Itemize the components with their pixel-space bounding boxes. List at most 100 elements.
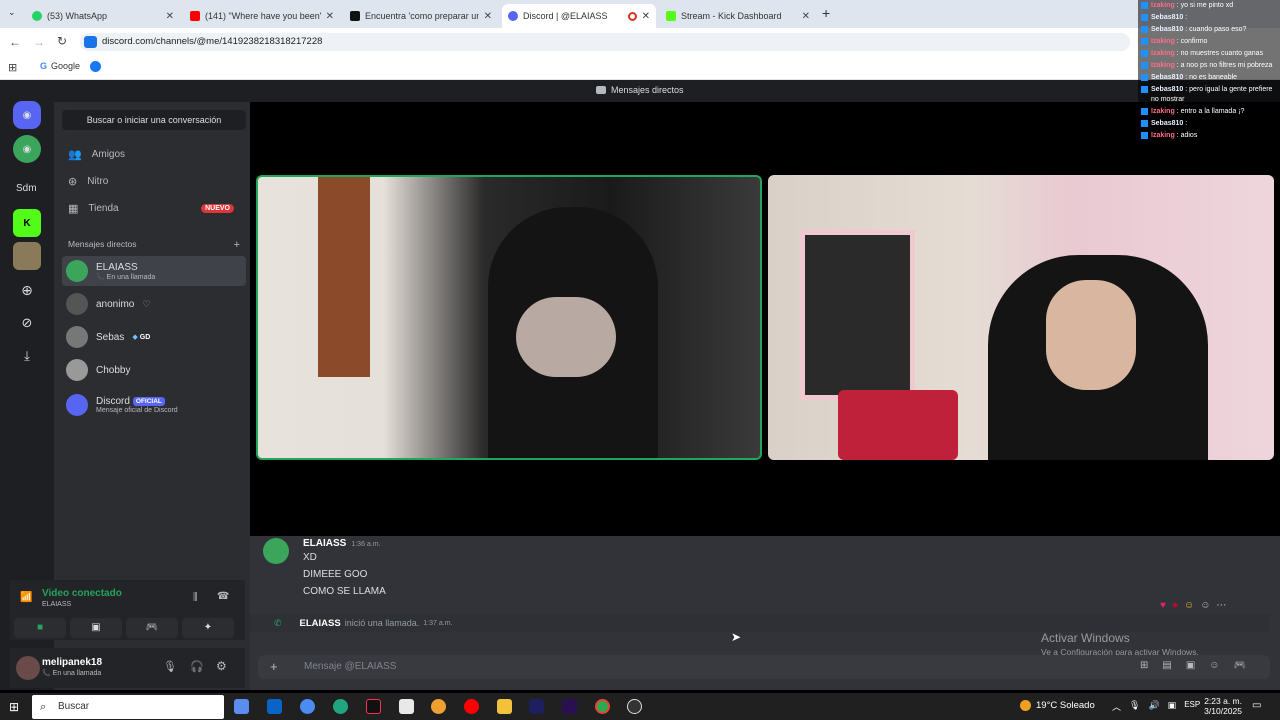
server-tag: ◆ GD [132, 333, 150, 342]
message-avatar[interactable] [263, 538, 289, 564]
network-icon[interactable]: ▣ [1168, 700, 1177, 713]
taskbar-app-icon[interactable] [234, 699, 249, 714]
dm-icon [596, 86, 606, 94]
system-author[interactable]: ELAIASS [300, 618, 341, 629]
dm-item-sebas[interactable]: Sebas ◆ GD [62, 322, 246, 352]
reload-icon[interactable]: ↻ [57, 34, 67, 48]
tab-search-chevron-icon[interactable]: ⌄ [8, 7, 16, 18]
kick-server-icon[interactable]: K [13, 209, 41, 237]
url-input[interactable]: discord.com/channels/@me/141923821831821… [80, 33, 1130, 51]
forward-icon[interactable]: → [33, 35, 45, 49]
reaction-icon[interactable]: ● [1172, 600, 1178, 611]
premiere-icon[interactable] [562, 699, 577, 714]
video-tile-elaiass[interactable] [256, 175, 762, 460]
apps-grid-icon[interactable]: ⊞ [8, 61, 17, 74]
chrome-icon[interactable] [595, 699, 610, 714]
server-avatar-icon[interactable] [13, 242, 41, 270]
screen-share-button[interactable]: ▣ [70, 618, 122, 638]
shop-icon: ▦ [68, 202, 79, 215]
message-line: COMO SE LLAMA [303, 586, 386, 597]
tab-whatsapp[interactable]: (53) WhatsApp ✕ [26, 4, 180, 28]
taskbar-app-icon[interactable] [431, 699, 446, 714]
dm-item-chobby[interactable]: Chobby [62, 355, 246, 385]
close-icon[interactable]: ✕ [642, 11, 650, 22]
microphone-icon[interactable]: 🎙 [163, 660, 177, 673]
file-explorer-icon[interactable] [497, 699, 512, 714]
add-attachment-icon[interactable]: + [270, 659, 278, 674]
message-input[interactable]: Mensaje @ELAIASS [258, 655, 1270, 679]
mouse-cursor-icon: ➤ [731, 630, 742, 644]
search-conversation-button[interactable]: Buscar o iniciar una conversación [62, 110, 246, 130]
apps-icon[interactable]: 🎮 [1234, 660, 1246, 671]
site-info-icon[interactable] [84, 36, 97, 48]
disconnect-icon[interactable]: ☎ [217, 591, 229, 602]
dm-item-anonimo[interactable]: anonimo ♡ [62, 289, 246, 319]
close-icon[interactable]: ✕ [484, 11, 492, 22]
tab-kick[interactable]: Stream - Kick Dashboard ✕ [660, 4, 816, 28]
discord-home-icon[interactable]: ◉ [13, 101, 41, 129]
browser-tab-bar: ⌄ (53) WhatsApp ✕ (141) "Where have you … [0, 0, 1280, 28]
nav-friends[interactable]: 👥 Amigos [62, 142, 246, 166]
activity-button[interactable]: 🎮 [126, 618, 178, 638]
guild-label[interactable]: Sdm [16, 183, 37, 194]
emoji-icon[interactable]: ☺ [1209, 660, 1219, 671]
taskbar-search[interactable]: ⌕ Buscar [32, 695, 224, 719]
taskbar-app-icon[interactable] [300, 699, 315, 714]
add-reaction-icon[interactable]: ☺ [1200, 600, 1210, 611]
language-label[interactable]: ESP [1184, 700, 1200, 713]
add-server-icon[interactable]: ⊕ [13, 276, 41, 304]
tab-youtube[interactable]: (141) "Where have you been" - ✕ [184, 4, 340, 28]
volume-icon[interactable]: 🔊 [1148, 700, 1159, 713]
tab-tiktok[interactable]: Encuentra 'como preparar un c ✕ [344, 4, 498, 28]
user-name: melipanek18 [42, 657, 103, 668]
gift-icon[interactable]: ⊞ [1140, 660, 1148, 671]
close-icon[interactable]: ✕ [166, 11, 174, 22]
gif-icon[interactable]: ▤ [1162, 660, 1171, 671]
close-icon[interactable]: ✕ [326, 11, 334, 22]
nav-nitro[interactable]: ⊛ Nitro [62, 169, 246, 193]
download-icon[interactable]: ⤓ [13, 342, 41, 370]
system-text: inició una llamada. [344, 618, 420, 628]
add-dm-icon[interactable]: + [234, 239, 240, 251]
microphone-icon[interactable]: 🎙 [1129, 700, 1140, 713]
video-tile-user[interactable] [768, 175, 1274, 460]
after-effects-icon[interactable] [529, 699, 544, 714]
soundboard-button[interactable]: ✦ [182, 618, 234, 638]
server-icon-green[interactable]: ◉ [13, 135, 41, 163]
more-icon[interactable]: ⋯ [1216, 600, 1226, 611]
settings-gear-icon[interactable]: ⚙ [216, 659, 227, 673]
facebook-icon[interactable] [90, 61, 101, 72]
tray-clock[interactable]: 2:23 a. m. 3/10/2025 [1200, 696, 1242, 716]
close-icon[interactable]: ✕ [802, 11, 810, 22]
kick-chat-text: Izaking : confirmo [1151, 38, 1208, 45]
outlook-icon[interactable] [267, 699, 282, 714]
message-author[interactable]: ELAIASS [303, 538, 346, 549]
chevron-up-icon[interactable]: ︿ [1112, 700, 1121, 713]
tiktok-icon[interactable] [366, 699, 381, 714]
camera-button[interactable]: ■ [14, 618, 66, 638]
bookmark-google[interactable]: G Google [40, 61, 80, 71]
dm-item-discord[interactable]: Discord OFICIAL Mensaje oficial de Disco… [62, 390, 246, 420]
notifications-icon[interactable]: ▭ [1252, 700, 1261, 711]
nav-shop[interactable]: ▦ Tienda NUEVO [62, 196, 246, 220]
headphones-icon[interactable]: 🎧 [190, 660, 204, 673]
explore-icon[interactable]: ⊘ [13, 309, 41, 337]
message-line: XD [303, 552, 317, 563]
windows-start-icon[interactable]: ⊞ [9, 700, 19, 714]
obs-icon[interactable] [627, 699, 642, 714]
heart-reaction-icon[interactable]: ♥ [1160, 600, 1166, 611]
kick-chat-user: Izaking [1151, 38, 1175, 45]
youtube-icon[interactable] [464, 699, 479, 714]
user-avatar[interactable] [16, 656, 40, 680]
sticker-icon[interactable]: ▣ [1186, 660, 1195, 671]
tray-weather[interactable]: 19°C Soleado [1020, 700, 1095, 711]
back-icon[interactable]: ← [9, 35, 21, 49]
edge-icon[interactable] [333, 699, 348, 714]
chat-badge-icon [1141, 62, 1148, 69]
noise-suppression-icon[interactable]: ⫼ [193, 592, 198, 603]
store-icon[interactable] [399, 699, 414, 714]
emoji-reaction-icon[interactable]: ☺ [1184, 600, 1194, 611]
new-tab-button[interactable]: + [822, 5, 830, 21]
tab-discord[interactable]: Discord | @ELAIASS ✕ [502, 4, 656, 28]
dm-item-elaiass[interactable]: ELAIASS 📞 En una llamada [62, 256, 246, 286]
